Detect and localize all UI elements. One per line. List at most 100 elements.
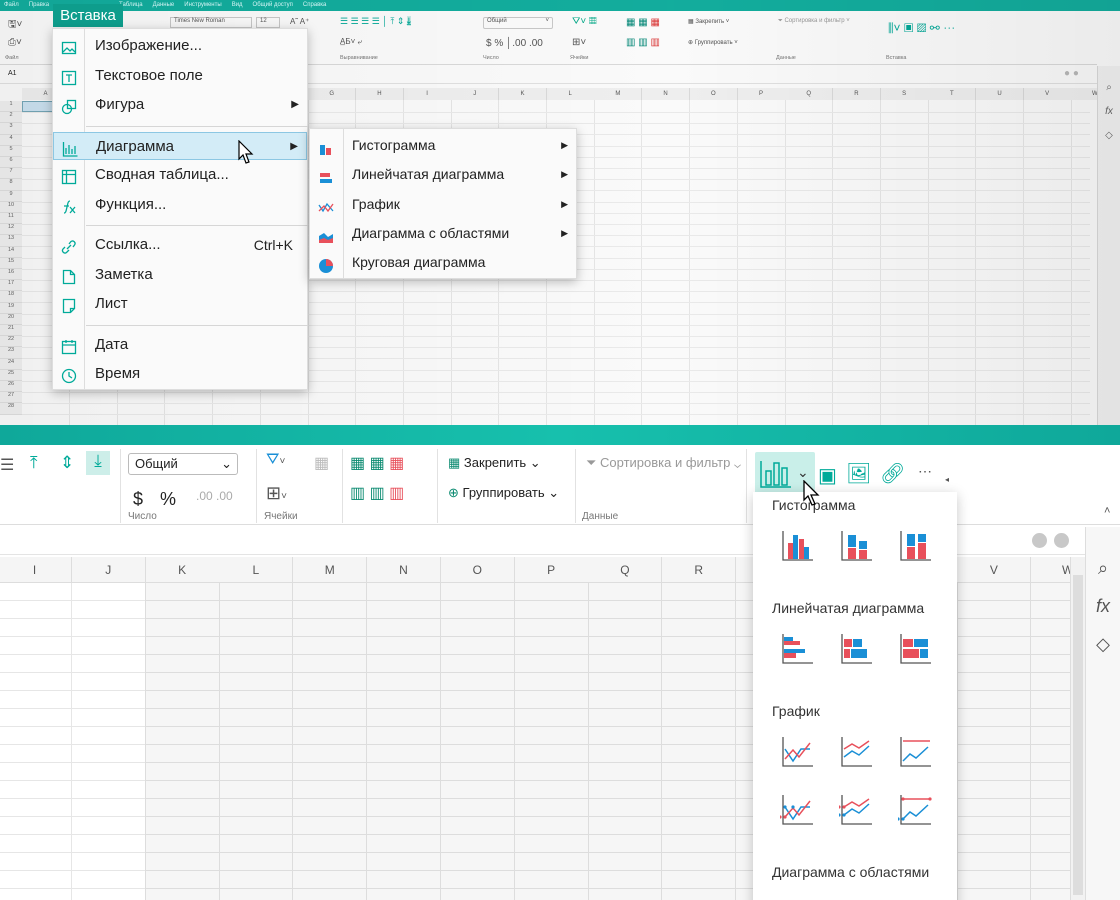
column-header[interactable]: J bbox=[71, 557, 146, 583]
menu-item-shape[interactable]: Фигура ▶ bbox=[53, 91, 307, 119]
column-header[interactable]: L bbox=[219, 557, 294, 583]
more-icon[interactable]: ⋯ bbox=[918, 463, 932, 480]
insert-cols-icons[interactable]: ▥ ▥ ▥ bbox=[626, 37, 660, 48]
column-header[interactable]: Q bbox=[785, 88, 834, 100]
tag-icon[interactable]: ◇ bbox=[1098, 124, 1120, 148]
row-header[interactable]: 18 bbox=[0, 291, 22, 303]
menu-item-chart[interactable]: Диаграмма ▶ bbox=[53, 131, 307, 160]
column-header[interactable]: S bbox=[880, 88, 929, 100]
insert-rows-icons[interactable]: ▦ ▦ ▦ bbox=[626, 17, 660, 28]
chart-thumb-column-clustered[interactable] bbox=[780, 529, 814, 563]
currency-percent-buttons[interactable]: $ % │.00 .00 bbox=[486, 38, 543, 49]
chart-thumb-line-stacked[interactable] bbox=[839, 735, 873, 769]
confirm-cancel-icons[interactable]: ● ● bbox=[1064, 68, 1079, 79]
column-header[interactable]: R bbox=[832, 88, 881, 100]
row-header[interactable]: 23 bbox=[0, 347, 22, 359]
row-header[interactable]: 28 bbox=[0, 403, 22, 415]
menu-tools[interactable]: Инструменты bbox=[184, 2, 221, 8]
menu-data[interactable]: Данные bbox=[153, 2, 175, 8]
column-header[interactable]: V bbox=[1023, 88, 1072, 100]
column-header[interactable]: G bbox=[308, 88, 357, 100]
submenu-item-bar-chart[interactable]: Линейчатая диаграмма ▶ bbox=[310, 160, 576, 189]
column-header[interactable]: N bbox=[642, 88, 691, 100]
currency-icon[interactable]: $ bbox=[133, 489, 143, 510]
menu-item-link[interactable]: Ссылка... Ctrl+K bbox=[53, 231, 307, 259]
row-header[interactable]: 15 bbox=[0, 257, 22, 269]
row-header[interactable]: 4 bbox=[0, 134, 22, 146]
row-header[interactable]: 5 bbox=[0, 145, 22, 157]
submenu-item-pie-chart[interactable]: Круговая диаграмма bbox=[310, 248, 576, 277]
confirm-icon[interactable] bbox=[1032, 533, 1047, 548]
font-size-buttons[interactable]: A˜ A⁺ bbox=[290, 17, 309, 26]
row-header[interactable]: 22 bbox=[0, 336, 22, 348]
row-header[interactable]: 11 bbox=[0, 213, 22, 225]
column-header[interactable]: Q bbox=[588, 557, 663, 583]
chart-thumb-bar-clustered[interactable] bbox=[780, 632, 814, 666]
collapse-ribbon-icon[interactable]: ˄ bbox=[1104, 505, 1110, 517]
chart-thumb-column-stacked-100[interactable] bbox=[898, 529, 932, 563]
link-icon[interactable]: 🔗︎ bbox=[880, 461, 905, 486]
collapse-arrow-icon[interactable]: ◂ bbox=[945, 475, 949, 484]
row-header[interactable]: 25 bbox=[0, 369, 22, 381]
column-header[interactable]: P bbox=[514, 557, 589, 583]
chart-thumb-line-stacked-100[interactable] bbox=[898, 735, 932, 769]
row-header[interactable]: 8 bbox=[0, 179, 22, 191]
column-header[interactable]: K bbox=[145, 557, 220, 583]
group-button[interactable]: ⊕ Группировать ⌄ bbox=[448, 485, 559, 501]
sort-filter-button[interactable]: ⏷ Сортировка и фильтр ⌄ bbox=[586, 455, 741, 471]
function-icon[interactable]: fx bbox=[1098, 100, 1120, 124]
decimal-buttons[interactable]: .00 .00 bbox=[196, 489, 233, 503]
row-header[interactable]: 24 bbox=[0, 358, 22, 370]
chevron-down-icon[interactable]: ⌄ bbox=[797, 464, 809, 481]
column-header[interactable]: N bbox=[367, 557, 441, 583]
row-header[interactable]: 7 bbox=[0, 168, 22, 180]
align-buttons[interactable]: ☰ ☰ ☰ ☰ │ ⤒ ⇕ ⤓ bbox=[340, 16, 411, 27]
column-header[interactable]: H bbox=[355, 88, 404, 100]
chart-thumb-bar-stacked[interactable] bbox=[839, 632, 873, 666]
menu-view[interactable]: Вид bbox=[232, 2, 243, 8]
freeze-button[interactable]: ▦ Закрепить ⌄ bbox=[448, 455, 541, 471]
menu-item-function[interactable]: Функция... bbox=[53, 191, 307, 219]
borders-icon[interactable]: ⊞˅ bbox=[572, 37, 586, 48]
menu-edit[interactable]: Правка bbox=[29, 2, 49, 8]
image-icon[interactable]: 🖼︎ bbox=[846, 461, 871, 486]
row-header[interactable]: 14 bbox=[0, 246, 22, 258]
cell-reference[interactable]: A1 bbox=[8, 70, 17, 77]
insert-icons[interactable]: ⫼˅ ▣ ▨ ⚯ ⋯ bbox=[888, 21, 955, 36]
chart-thumb-bar-stacked-100[interactable] bbox=[898, 632, 932, 666]
cancel-icon[interactable] bbox=[1054, 533, 1069, 548]
align-middle-icon[interactable]: ⇕ bbox=[60, 453, 74, 473]
tab-insert[interactable]: Вставка bbox=[53, 4, 123, 27]
column-header[interactable]: T bbox=[928, 88, 977, 100]
font-size-select[interactable]: 12 bbox=[256, 17, 280, 28]
merge-cells-icon[interactable]: ▦ bbox=[314, 453, 329, 473]
column-header[interactable]: O bbox=[689, 88, 738, 100]
row-header[interactable]: 12 bbox=[0, 224, 22, 236]
column-header[interactable]: M bbox=[293, 557, 368, 583]
menu-item-sheet[interactable]: Лист bbox=[53, 290, 307, 318]
chart-thumb-line-stacked-100-markers[interactable] bbox=[896, 793, 932, 827]
menu-help[interactable]: Справка bbox=[303, 2, 327, 8]
row-header[interactable]: 26 bbox=[0, 381, 22, 393]
chart-thumb-line[interactable] bbox=[780, 735, 814, 769]
sort-filter-button[interactable]: ⏷ Сортировка и фильтр ˅ bbox=[778, 18, 850, 25]
tag-icon[interactable]: ◇ bbox=[1086, 625, 1120, 663]
align-bottom-icon[interactable]: ⤓ bbox=[86, 451, 110, 475]
row-header[interactable]: 21 bbox=[0, 325, 22, 337]
row-header[interactable]: 16 bbox=[0, 269, 22, 281]
menu-item-calendar[interactable]: Дата bbox=[53, 331, 307, 359]
menu-item-clock[interactable]: Время bbox=[53, 360, 307, 388]
search-icon[interactable]: ⌕ bbox=[1098, 76, 1120, 100]
row-header[interactable]: 13 bbox=[0, 235, 22, 247]
menu-item-text-box[interactable]: Текстовое поле bbox=[53, 62, 307, 90]
menu-file[interactable]: Файл bbox=[4, 2, 19, 8]
column-header[interactable]: I bbox=[0, 557, 72, 583]
row-header[interactable]: 3 bbox=[0, 123, 22, 135]
percent-icon[interactable]: % bbox=[160, 489, 176, 510]
justify-icon[interactable]: ☰ bbox=[0, 455, 14, 475]
insert-rows-icons[interactable]: ▦ ▦ ▦ bbox=[350, 453, 404, 473]
submenu-item-line-chart[interactable]: График ▶ bbox=[310, 190, 576, 219]
row-header[interactable]: 6 bbox=[0, 157, 22, 169]
column-header[interactable]: P bbox=[737, 88, 786, 100]
row-header[interactable]: 10 bbox=[0, 201, 22, 213]
